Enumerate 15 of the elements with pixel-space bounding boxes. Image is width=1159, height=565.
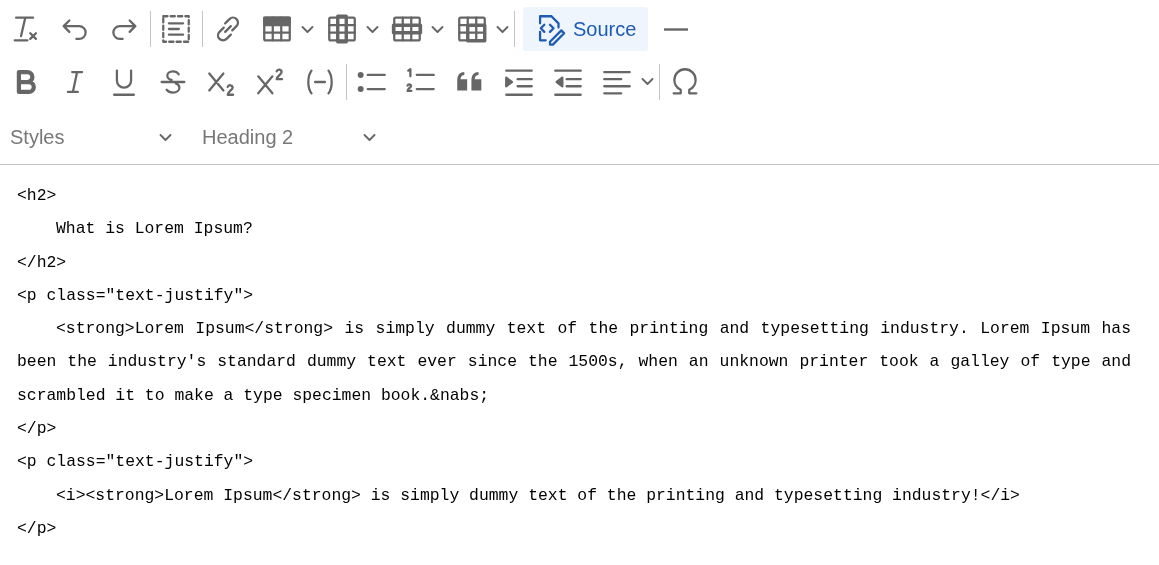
heading-dropdown[interactable]: Heading 2 xyxy=(201,117,377,158)
code-line: <i><strong>Lorem Ipsum</strong> is simply dummy text of the printing and typesetting industry!</i> xyxy=(55,484,1021,507)
code-line: What is Lorem Ipsum? xyxy=(55,218,254,241)
code-line: </h2> xyxy=(17,251,68,274)
styles-dropdown[interactable]: Styles xyxy=(9,117,173,158)
more-icon xyxy=(663,27,690,31)
code-line: </p> xyxy=(17,418,58,441)
code-line: <h2> xyxy=(17,185,58,207)
code-line: <strong>Lorem Ipsum</strong> is simply dummy text of the printing and typesetting industry. Lorem Ipsum has been the industry's standard dummy text ever since the 1500s, when an unknown printer took a galley of type and scrambled it to make a type specimen book.&nabs; xyxy=(17,318,1131,407)
code-line: </p> xyxy=(17,517,58,540)
code-line: <p class="text-justify"> xyxy=(17,451,255,474)
source-button[interactable]: Source xyxy=(523,7,649,51)
table-column-icon xyxy=(325,12,359,46)
show-blocks-icon xyxy=(159,12,193,46)
code-line: <p class="text-justify"> xyxy=(17,284,255,307)
